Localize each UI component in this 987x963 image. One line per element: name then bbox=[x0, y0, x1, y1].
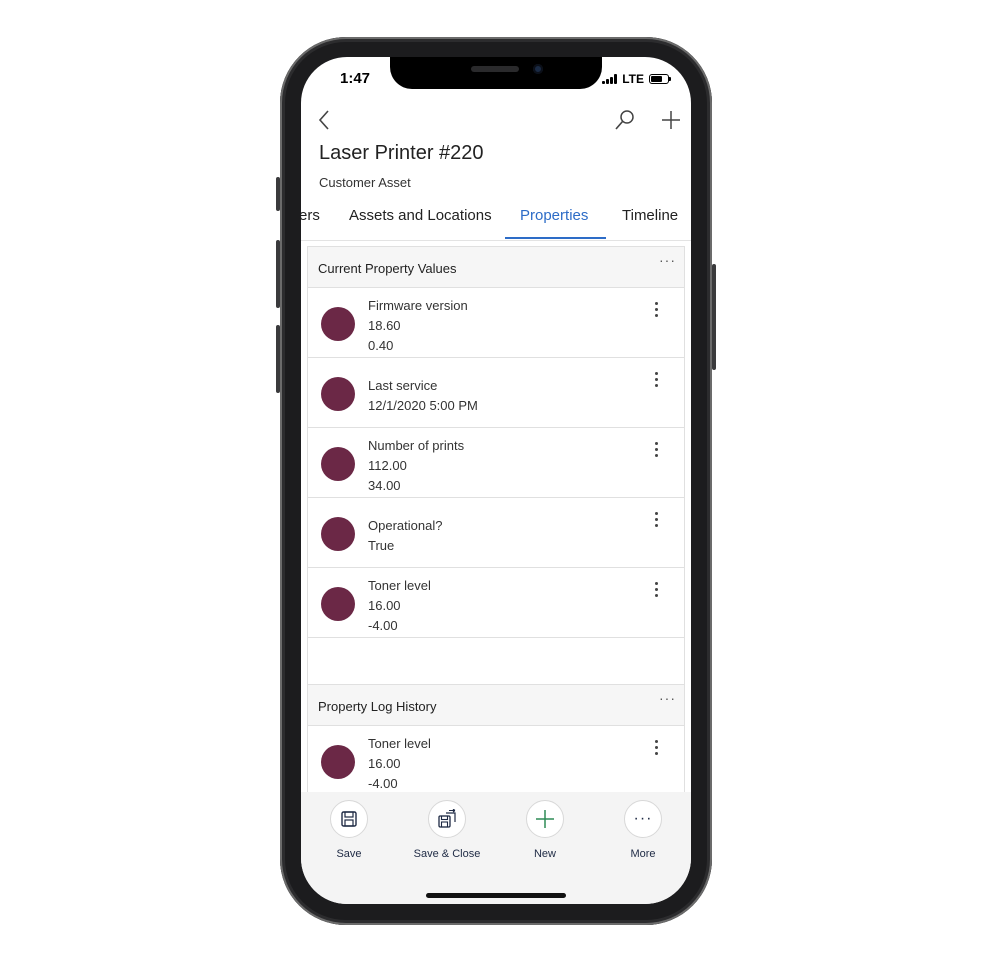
search-icon bbox=[615, 110, 634, 130]
save-close-icon bbox=[438, 809, 456, 828]
notch bbox=[390, 57, 602, 89]
property-value: True bbox=[368, 538, 395, 553]
property-secondary-value: 0.40 bbox=[368, 338, 394, 353]
row-more-icon[interactable] bbox=[650, 582, 662, 598]
log-history-header: Property Log History ··· bbox=[308, 685, 684, 726]
new-circle bbox=[526, 800, 564, 838]
tab-strip: ers Assets and Locations Properties Time… bbox=[301, 207, 691, 239]
volume-down-button bbox=[276, 325, 280, 393]
status-indicators: LTE bbox=[602, 72, 671, 86]
list-item-text: Toner level 16.00 -4.00 bbox=[368, 576, 431, 636]
list-item-text: Firmware version 18.60 0.40 bbox=[368, 296, 468, 356]
list-item[interactable]: Operational? True bbox=[308, 498, 684, 568]
back-button[interactable] bbox=[317, 109, 331, 136]
section-title: Current Property Values bbox=[318, 261, 457, 276]
battery-icon bbox=[649, 74, 671, 84]
speaker bbox=[471, 66, 519, 72]
more-label: More bbox=[630, 848, 656, 860]
properties-panel[interactable]: Current Property Values ··· Firmware ver… bbox=[307, 246, 685, 792]
tab-partial[interactable]: ers bbox=[301, 207, 320, 224]
row-more-icon[interactable] bbox=[650, 372, 662, 388]
property-value: 16.00 bbox=[368, 756, 401, 771]
list-item-text: Toner level 16.00 -4.00 bbox=[368, 734, 431, 792]
avatar bbox=[321, 587, 355, 621]
search-button[interactable] bbox=[614, 109, 636, 136]
phone-screen: 1:47 LTE Laser Printer #220 Customer Ass… bbox=[301, 57, 691, 904]
save-close-label: Save & Close bbox=[413, 848, 481, 860]
list-item-text: Operational? True bbox=[368, 516, 442, 556]
signal-icon bbox=[602, 74, 618, 84]
more-icon: ··· bbox=[633, 810, 653, 827]
tab-assets-and-locations[interactable]: Assets and Locations bbox=[349, 207, 492, 224]
property-value: 112.00 bbox=[368, 458, 407, 473]
save-close-button[interactable]: Save & Close bbox=[405, 800, 489, 860]
list-item[interactable]: Toner level 16.00 -4.00 bbox=[308, 726, 684, 792]
mute-switch bbox=[276, 177, 280, 211]
list-item-text: Number of prints 112.00 34.00 bbox=[368, 436, 464, 496]
section-more-button[interactable]: ··· bbox=[659, 252, 676, 268]
property-value: 16.00 bbox=[368, 598, 401, 613]
row-more-icon[interactable] bbox=[650, 442, 662, 458]
property-name: Firmware version bbox=[368, 298, 468, 313]
network-label: LTE bbox=[622, 72, 644, 86]
tabs-divider bbox=[301, 240, 691, 241]
current-values-header: Current Property Values ··· bbox=[308, 247, 684, 288]
volume-up-button bbox=[276, 240, 280, 308]
new-label: New bbox=[533, 848, 556, 860]
entity-type-label: Customer Asset bbox=[319, 175, 411, 190]
avatar bbox=[321, 307, 355, 341]
plus-icon bbox=[536, 810, 554, 828]
property-name: Toner level bbox=[368, 736, 431, 751]
tab-properties[interactable]: Properties bbox=[520, 207, 588, 224]
property-name: Operational? bbox=[368, 518, 443, 533]
status-time: 1:47 bbox=[340, 70, 371, 87]
avatar bbox=[321, 517, 355, 551]
save-circle bbox=[330, 800, 368, 838]
list-item[interactable]: Firmware version 18.60 0.40 bbox=[308, 288, 684, 358]
section-title: Property Log History bbox=[318, 699, 437, 714]
row-more-icon[interactable] bbox=[650, 302, 662, 318]
back-chevron-icon bbox=[318, 110, 329, 130]
save-icon bbox=[341, 811, 357, 827]
active-tab-indicator bbox=[505, 237, 606, 239]
row-more-icon[interactable] bbox=[650, 740, 662, 756]
add-button[interactable] bbox=[660, 109, 682, 136]
section-more-button[interactable]: ··· bbox=[659, 690, 676, 706]
avatar bbox=[321, 745, 355, 779]
property-value: 12/1/2020 5:00 PM bbox=[368, 398, 478, 413]
avatar bbox=[321, 447, 355, 481]
list-item[interactable]: Toner level 16.00 -4.00 bbox=[308, 568, 684, 638]
property-name: Last service bbox=[368, 378, 438, 393]
save-close-circle bbox=[428, 800, 466, 838]
list-item-text: Last service 12/1/2020 5:00 PM bbox=[368, 376, 478, 416]
property-name: Number of prints bbox=[368, 438, 465, 453]
home-indicator[interactable] bbox=[426, 893, 566, 898]
more-circle: ··· bbox=[624, 800, 662, 838]
tab-timeline[interactable]: Timeline bbox=[622, 207, 678, 224]
page-title: Laser Printer #220 bbox=[319, 142, 484, 164]
more-button[interactable]: ··· More bbox=[601, 800, 685, 860]
list-item[interactable]: Number of prints 112.00 34.00 bbox=[308, 428, 684, 498]
property-name: Toner level bbox=[368, 578, 431, 593]
new-button[interactable]: New bbox=[503, 800, 587, 860]
power-button bbox=[712, 264, 716, 370]
command-bar: Save Save & Close New ··· More bbox=[301, 792, 691, 904]
avatar bbox=[321, 377, 355, 411]
row-more-icon[interactable] bbox=[650, 512, 662, 528]
save-button[interactable]: Save bbox=[307, 800, 391, 860]
property-secondary-value: -4.00 bbox=[368, 776, 398, 791]
list-item[interactable]: Last service 12/1/2020 5:00 PM bbox=[308, 358, 684, 428]
property-secondary-value: 34.00 bbox=[368, 478, 401, 493]
property-value: 18.60 bbox=[368, 318, 401, 333]
section-spacer bbox=[308, 638, 684, 685]
add-icon bbox=[662, 111, 680, 129]
property-secondary-value: -4.00 bbox=[368, 618, 398, 633]
save-label: Save bbox=[336, 848, 362, 860]
front-camera bbox=[533, 64, 543, 74]
